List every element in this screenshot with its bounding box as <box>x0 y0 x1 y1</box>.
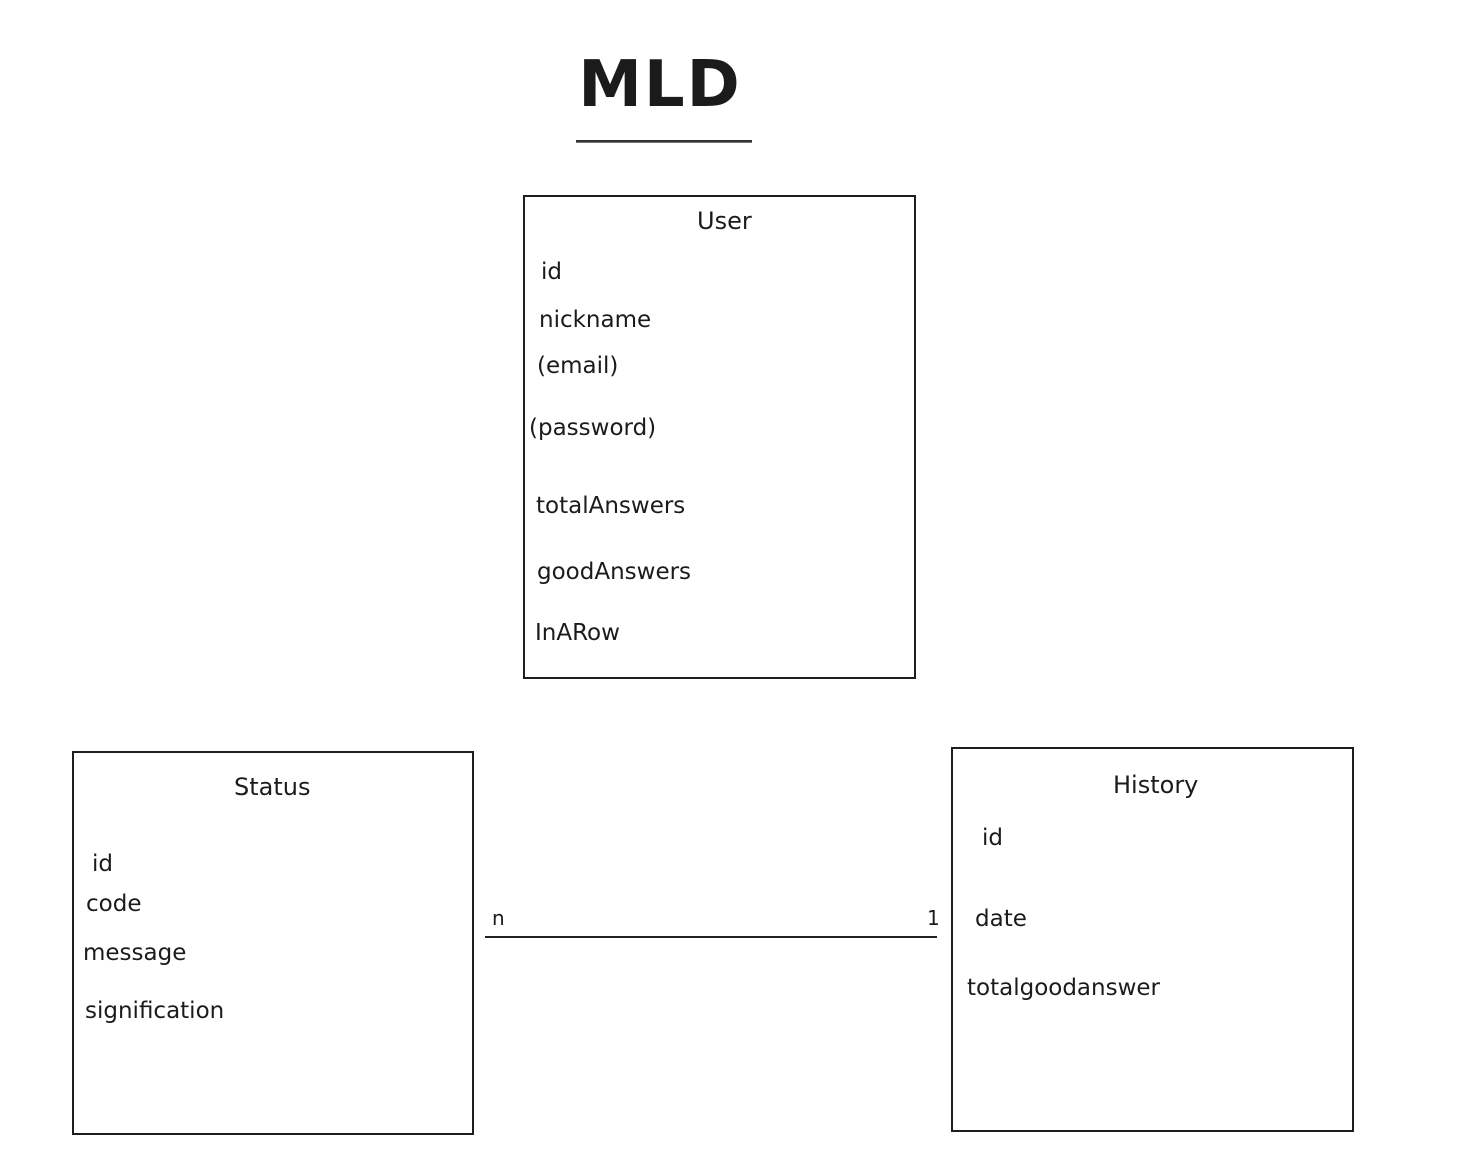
history-attr-id: id <box>982 825 1003 851</box>
user-attr-total-answers: totalAnswers <box>536 493 686 519</box>
cardinality-history: 1 <box>927 906 940 930</box>
entity-status-name: Status <box>234 773 311 801</box>
status-attr-id: id <box>92 851 113 877</box>
user-attr-good-answers: goodAnswers <box>537 559 692 585</box>
history-attr-total-good-answer: totalgoodanswer <box>967 975 1161 1001</box>
status-attr-signification: signification <box>85 998 225 1024</box>
user-attr-email: (email) <box>537 353 619 379</box>
user-attr-in-a-row: InARow <box>535 620 620 646</box>
entity-history: History id date totalgoodanswer <box>951 747 1354 1132</box>
entity-user: User id nickname (email) (password) tota… <box>523 195 916 679</box>
user-attr-id: id <box>541 259 562 285</box>
entity-history-name: History <box>1113 771 1199 799</box>
title-underline <box>576 140 752 143</box>
entity-user-name: User <box>697 207 752 235</box>
status-attr-code: code <box>86 891 142 917</box>
diagram-title: MLD <box>578 48 742 122</box>
cardinality-status: n <box>492 906 505 930</box>
user-attr-nickname: nickname <box>539 307 652 333</box>
status-attr-message: message <box>83 940 187 966</box>
user-attr-password: (password) <box>529 415 657 441</box>
history-attr-date: date <box>975 906 1027 932</box>
entity-status: Status id code message signification <box>72 751 474 1135</box>
relation-line-status-history <box>485 936 937 938</box>
